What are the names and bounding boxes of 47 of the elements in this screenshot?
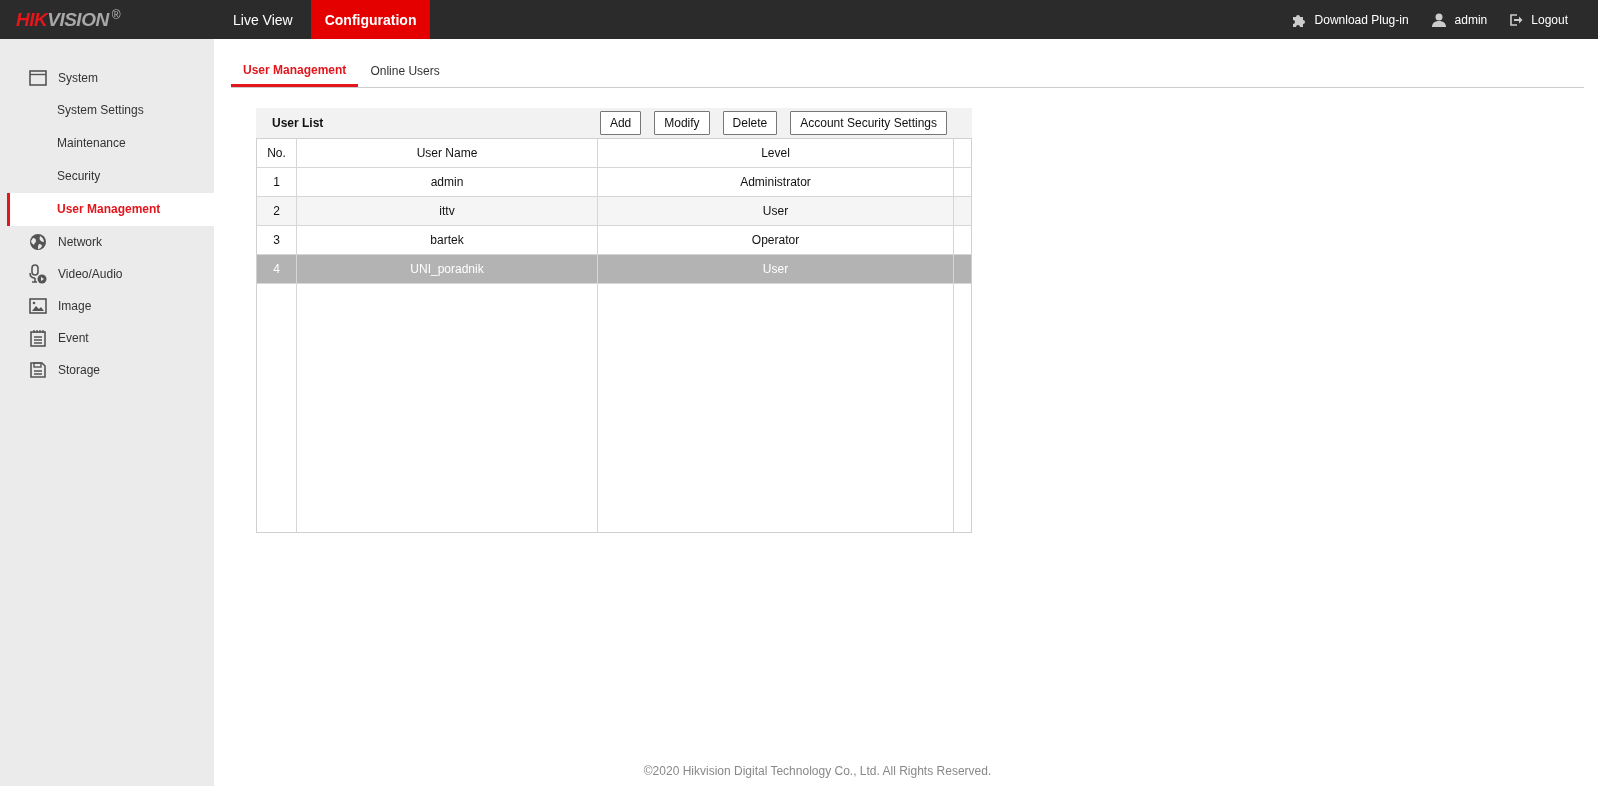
image-icon — [29, 298, 47, 314]
column-header: User Name — [297, 139, 598, 167]
user-link[interactable]: admin — [1430, 11, 1488, 28]
nav-tab[interactable]: Configuration — [310, 0, 431, 39]
sidebar-item[interactable]: Network — [0, 226, 214, 258]
table-cell: 2 — [257, 197, 297, 225]
action-button[interactable]: Add — [599, 111, 642, 135]
table-cell: UNI_poradnik — [297, 255, 598, 283]
sidebar-item[interactable]: System — [0, 62, 214, 94]
globe-icon — [29, 233, 47, 251]
sidebar-item[interactable]: Storage — [0, 354, 214, 386]
window-icon — [29, 70, 47, 86]
table-row[interactable]: 2 ittv User — [257, 197, 971, 226]
sidebar-subitem[interactable]: User Management — [7, 193, 214, 226]
table-cell: Administrator — [598, 168, 954, 196]
nav-tab[interactable]: Live View — [218, 0, 308, 39]
sidebar-item[interactable]: Image — [0, 290, 214, 322]
download-plugin-link[interactable]: Download Plug-in — [1290, 11, 1409, 28]
table-cell: Operator — [598, 226, 954, 254]
sidebar-item[interactable]: Event — [0, 322, 214, 354]
logo: HIKVISION$^{®}$ — [15, 7, 122, 32]
table-cell: 4 — [257, 255, 297, 283]
action-button[interactable]: Delete — [722, 111, 778, 135]
user-list-title: User List — [272, 116, 324, 130]
sidebar-subitem[interactable]: Maintenance — [0, 127, 214, 160]
logout-icon — [1509, 12, 1524, 27]
sidebar-subitem[interactable]: Security — [0, 160, 214, 193]
action-button[interactable]: Account Security Settings — [790, 111, 947, 135]
column-header: Level — [598, 139, 954, 167]
sidebar-subitem[interactable]: System Settings — [0, 94, 214, 127]
tab[interactable]: Online Users — [358, 55, 452, 87]
column-header: No. — [257, 139, 297, 167]
logout-link[interactable]: Logout — [1509, 11, 1568, 28]
user-icon — [1430, 11, 1447, 28]
tab[interactable]: User Management — [231, 55, 359, 87]
table-cell: 3 — [257, 226, 297, 254]
table-cell: 1 — [257, 168, 297, 196]
table-cell: admin — [297, 168, 598, 196]
sidebar-item[interactable]: Video/Audio — [0, 258, 214, 290]
table-cell: User — [598, 197, 954, 225]
copyright-text: ©2020 Hikvision Digital Technology Co., Ltd. All Rights Reserved. — [642, 764, 993, 780]
microphone-icon — [29, 264, 47, 284]
table-cell: bartek — [297, 226, 598, 254]
table-cell: User — [598, 255, 954, 283]
calendar-icon — [29, 329, 47, 347]
action-button[interactable]: Modify — [654, 111, 710, 135]
table-cell: ittv — [297, 197, 598, 225]
